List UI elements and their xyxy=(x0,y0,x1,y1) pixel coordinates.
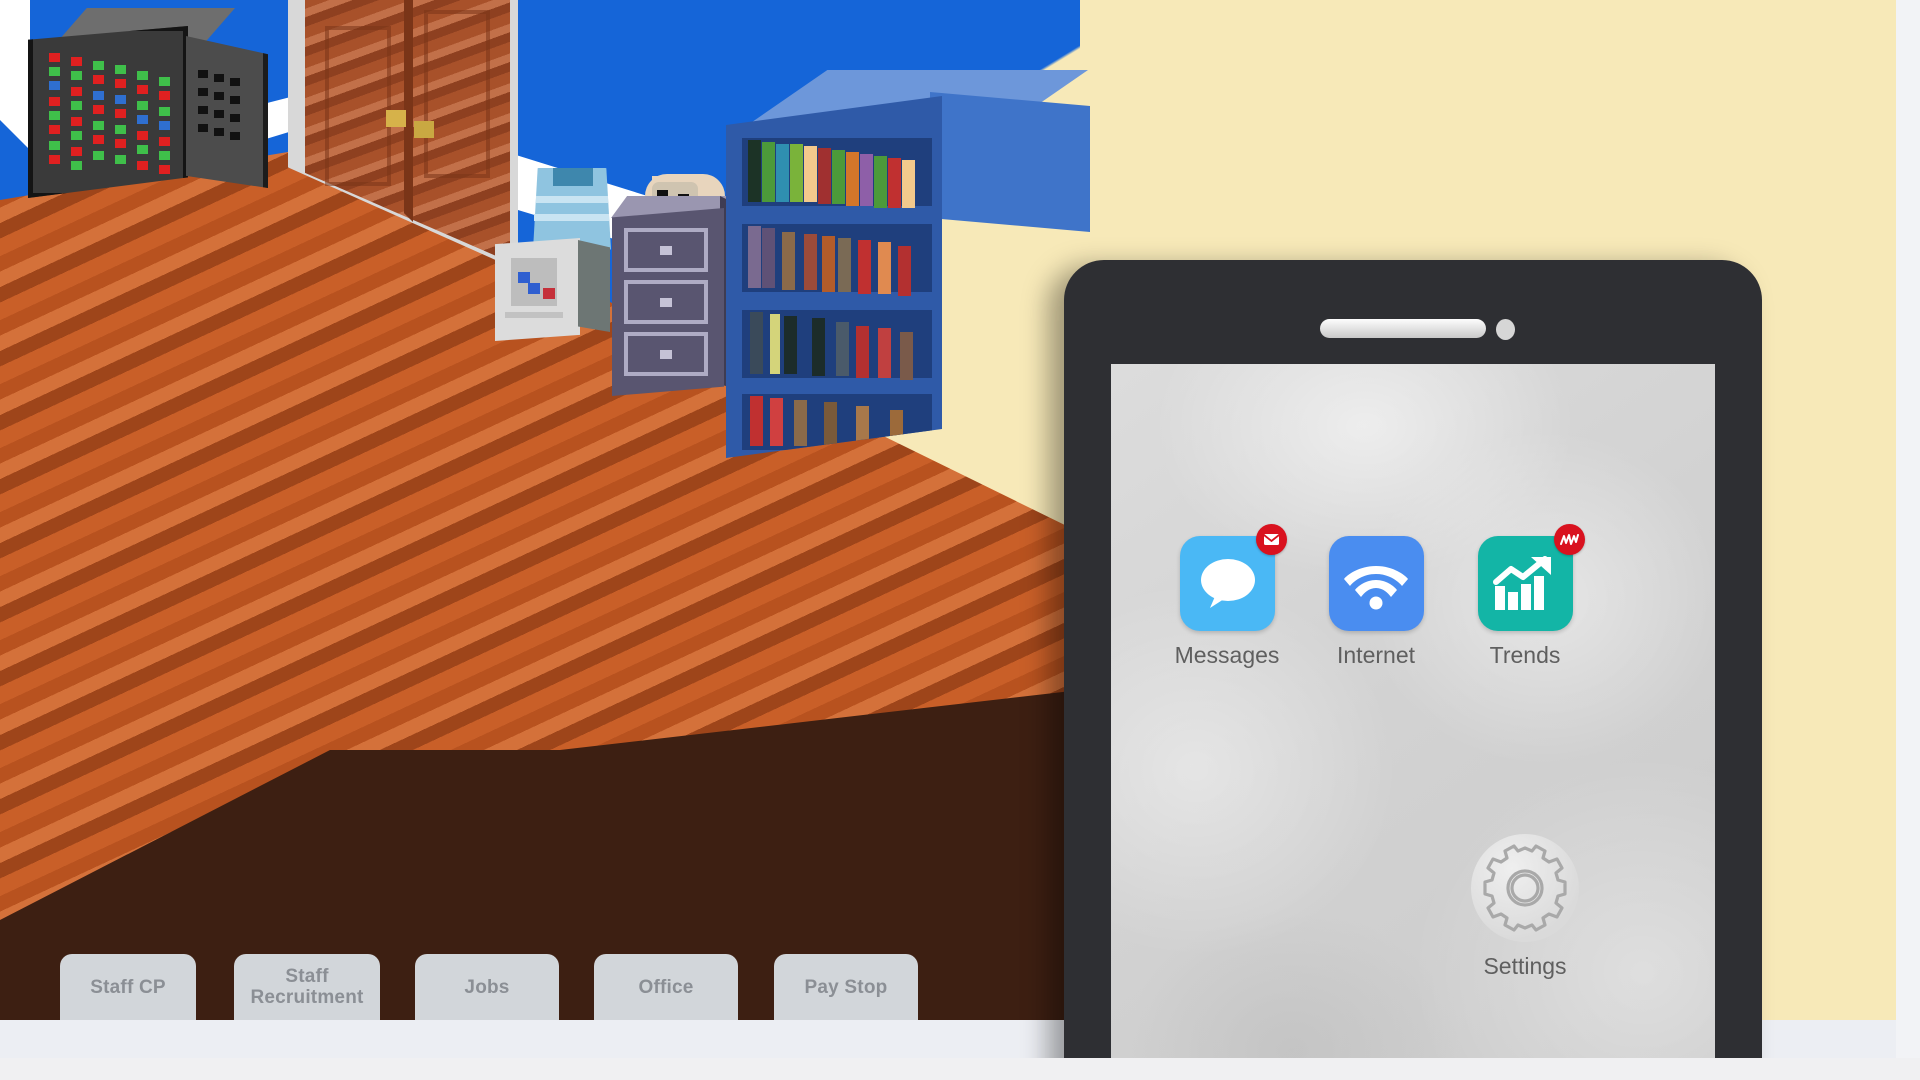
cold-tap-2 xyxy=(528,283,540,294)
app-grid: Messages Internet Trends Settings xyxy=(1111,364,1715,1080)
door-handle-left xyxy=(386,110,406,127)
app-trends[interactable]: Trends xyxy=(1465,524,1585,669)
app-label-internet: Internet xyxy=(1337,642,1415,668)
water-jug-line xyxy=(536,196,608,203)
front-camera-icon xyxy=(1496,319,1515,340)
tablet-screen: Messages Internet Trends Settings xyxy=(1111,364,1715,1080)
cold-tap xyxy=(518,272,530,283)
filing-cabinet xyxy=(612,208,724,396)
trends-tile[interactable] xyxy=(1477,524,1585,631)
wifi-icon xyxy=(1344,565,1408,609)
app-label-messages: Messages xyxy=(1174,642,1280,668)
app-label-trends: Trends xyxy=(1489,642,1561,668)
door-handle-right xyxy=(414,121,434,138)
tab-staff-cp[interactable]: Staff CP xyxy=(60,954,196,1020)
water-jug-cap xyxy=(553,168,593,186)
bookshelf xyxy=(726,96,942,458)
tab-label: Pay Stop xyxy=(804,976,888,998)
server-rack xyxy=(20,8,268,203)
water-jug-line xyxy=(534,214,609,221)
tab-office[interactable]: Office xyxy=(594,954,738,1020)
messages-tile[interactable] xyxy=(1179,524,1287,631)
app-internet[interactable]: Internet xyxy=(1316,536,1436,669)
bookshelf-side xyxy=(930,92,1090,232)
settings-tile[interactable] xyxy=(1471,834,1579,942)
messages-badge xyxy=(1255,524,1287,555)
cooler-stripe xyxy=(505,312,563,318)
tab-pay-stop[interactable]: Pay Stop xyxy=(774,954,918,1020)
door-panel-left xyxy=(325,26,391,186)
gear-icon xyxy=(1483,844,1567,932)
tab-label: Jobs xyxy=(464,976,510,998)
tab-jobs[interactable]: Jobs xyxy=(415,954,559,1020)
app-messages[interactable]: Messages xyxy=(1167,524,1287,669)
water-cooler-side xyxy=(578,240,610,332)
tab-label: Staff Recruitment xyxy=(250,966,364,1008)
bottom-edge-strip xyxy=(0,1058,1920,1080)
trends-badge xyxy=(1553,524,1585,555)
tablet-device: Messages Internet Trends Settings xyxy=(1064,260,1762,1080)
hot-tap xyxy=(543,288,555,299)
app-label-settings: Settings xyxy=(1483,953,1567,979)
envelope-icon xyxy=(1262,533,1280,546)
tab-label: Staff CP xyxy=(90,976,166,998)
tab-label: Office xyxy=(638,976,694,998)
tab-staff-recruitment[interactable]: Staff Recruitment xyxy=(234,954,380,1020)
internet-tile[interactable] xyxy=(1328,536,1424,631)
door-panel-right xyxy=(424,10,490,178)
app-settings[interactable]: Settings xyxy=(1458,834,1592,980)
speech-bubble-icon xyxy=(1201,558,1255,608)
speaker-grille-icon xyxy=(1320,319,1486,338)
bar-chart-arrow-icon xyxy=(1493,555,1551,610)
right-edge-strip xyxy=(1896,0,1920,1080)
squiggle-icon xyxy=(1559,533,1579,545)
screenshot-root: Staff CP Staff Recruitment Jobs Office P… xyxy=(0,0,1920,1080)
